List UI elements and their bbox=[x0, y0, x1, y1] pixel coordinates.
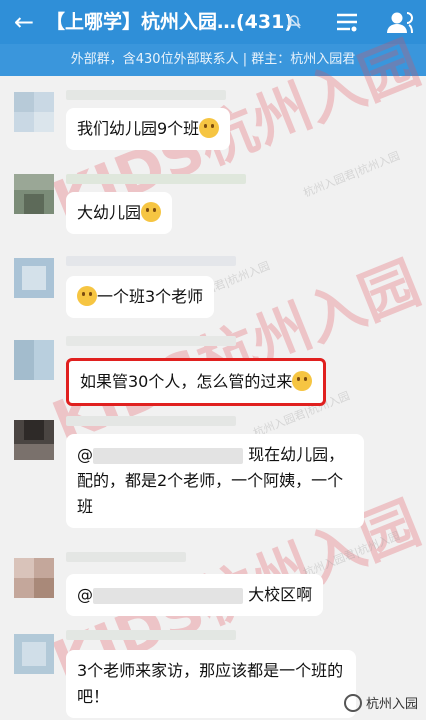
person-icon[interactable] bbox=[385, 10, 413, 34]
avatar[interactable] bbox=[14, 634, 54, 674]
message-bubble[interactable]: 我们幼儿园9个班 bbox=[66, 108, 231, 150]
sender-name-blurred bbox=[66, 552, 186, 562]
sender-name-blurred bbox=[66, 256, 236, 266]
avatar[interactable] bbox=[14, 92, 54, 132]
grin-emoji-icon bbox=[141, 202, 162, 222]
watermark-small: 杭州入园君|杭州入园 bbox=[301, 529, 402, 580]
watermark-small: 杭州入园君|杭州入园 bbox=[301, 149, 402, 200]
avatar[interactable] bbox=[14, 258, 54, 298]
message-bubble[interactable]: @ 大校区啊 bbox=[66, 574, 324, 616]
watermark-text: KIDS杭州入园 bbox=[43, 248, 426, 457]
back-arrow-icon[interactable]: ← bbox=[8, 6, 40, 38]
message-bubble[interactable]: 大幼儿园 bbox=[66, 192, 173, 234]
source-badge: 杭州入园 bbox=[343, 693, 418, 712]
avatar[interactable] bbox=[14, 420, 54, 460]
blurred-username bbox=[93, 447, 243, 464]
message-text: 大幼儿园 bbox=[77, 203, 142, 222]
blurred-username bbox=[93, 587, 243, 604]
chat-title: 【上哪学】杭州入园…(431) bbox=[46, 11, 294, 33]
wechat-logo-icon bbox=[343, 693, 362, 712]
source-badge-label: 杭州入园 bbox=[365, 697, 418, 712]
message-text: 3个老师来家访，那应该都是一个班的吧！ bbox=[77, 661, 344, 706]
message-bubble[interactable]: 一个班3个老师 bbox=[66, 276, 215, 318]
shy-emoji-icon bbox=[77, 286, 97, 306]
menu-lines-icon[interactable] bbox=[334, 10, 360, 34]
avatar[interactable] bbox=[14, 558, 54, 598]
sender-name-blurred bbox=[66, 336, 236, 346]
avatar[interactable] bbox=[14, 174, 54, 214]
header-bar: ← 【上哪学】杭州入园…(431) bbox=[0, 0, 426, 44]
message-text: 我们幼儿园9个班 bbox=[77, 119, 200, 138]
message-text: 一个班3个老师 bbox=[97, 287, 204, 306]
mute-bell-icon bbox=[287, 15, 301, 29]
sender-name-blurred bbox=[66, 90, 226, 100]
shy-emoji-icon bbox=[292, 371, 313, 391]
shy-emoji-icon bbox=[199, 118, 220, 138]
group-info-bar: 外部群，含430位外部联系人 | 群主：杭州入园君 bbox=[0, 44, 426, 76]
message-text: 大校区啊 bbox=[248, 585, 313, 604]
mention-at: @ bbox=[77, 445, 93, 464]
message-bubble[interactable]: 3个老师来家访，那应该都是一个班的吧！ bbox=[66, 650, 356, 718]
sender-name-blurred bbox=[66, 630, 236, 640]
mention-at: @ bbox=[77, 585, 93, 604]
sender-name-blurred bbox=[66, 416, 236, 426]
message-text: 如果管30个人，怎么管的过来 bbox=[80, 372, 293, 391]
message-bubble-highlighted[interactable]: 如果管30个人，怎么管的过来 bbox=[66, 358, 327, 406]
sender-name-blurred bbox=[66, 174, 246, 184]
message-bubble[interactable]: @ 现在幼儿园，配的，都是2个老师，一个阿姨，一个班 bbox=[66, 434, 364, 528]
avatar[interactable] bbox=[14, 340, 54, 380]
chat-area[interactable]: KIDS杭州入园 KIDS杭州入园 KIDS杭州入园 杭州入园君|杭州入园 杭州… bbox=[0, 28, 426, 720]
